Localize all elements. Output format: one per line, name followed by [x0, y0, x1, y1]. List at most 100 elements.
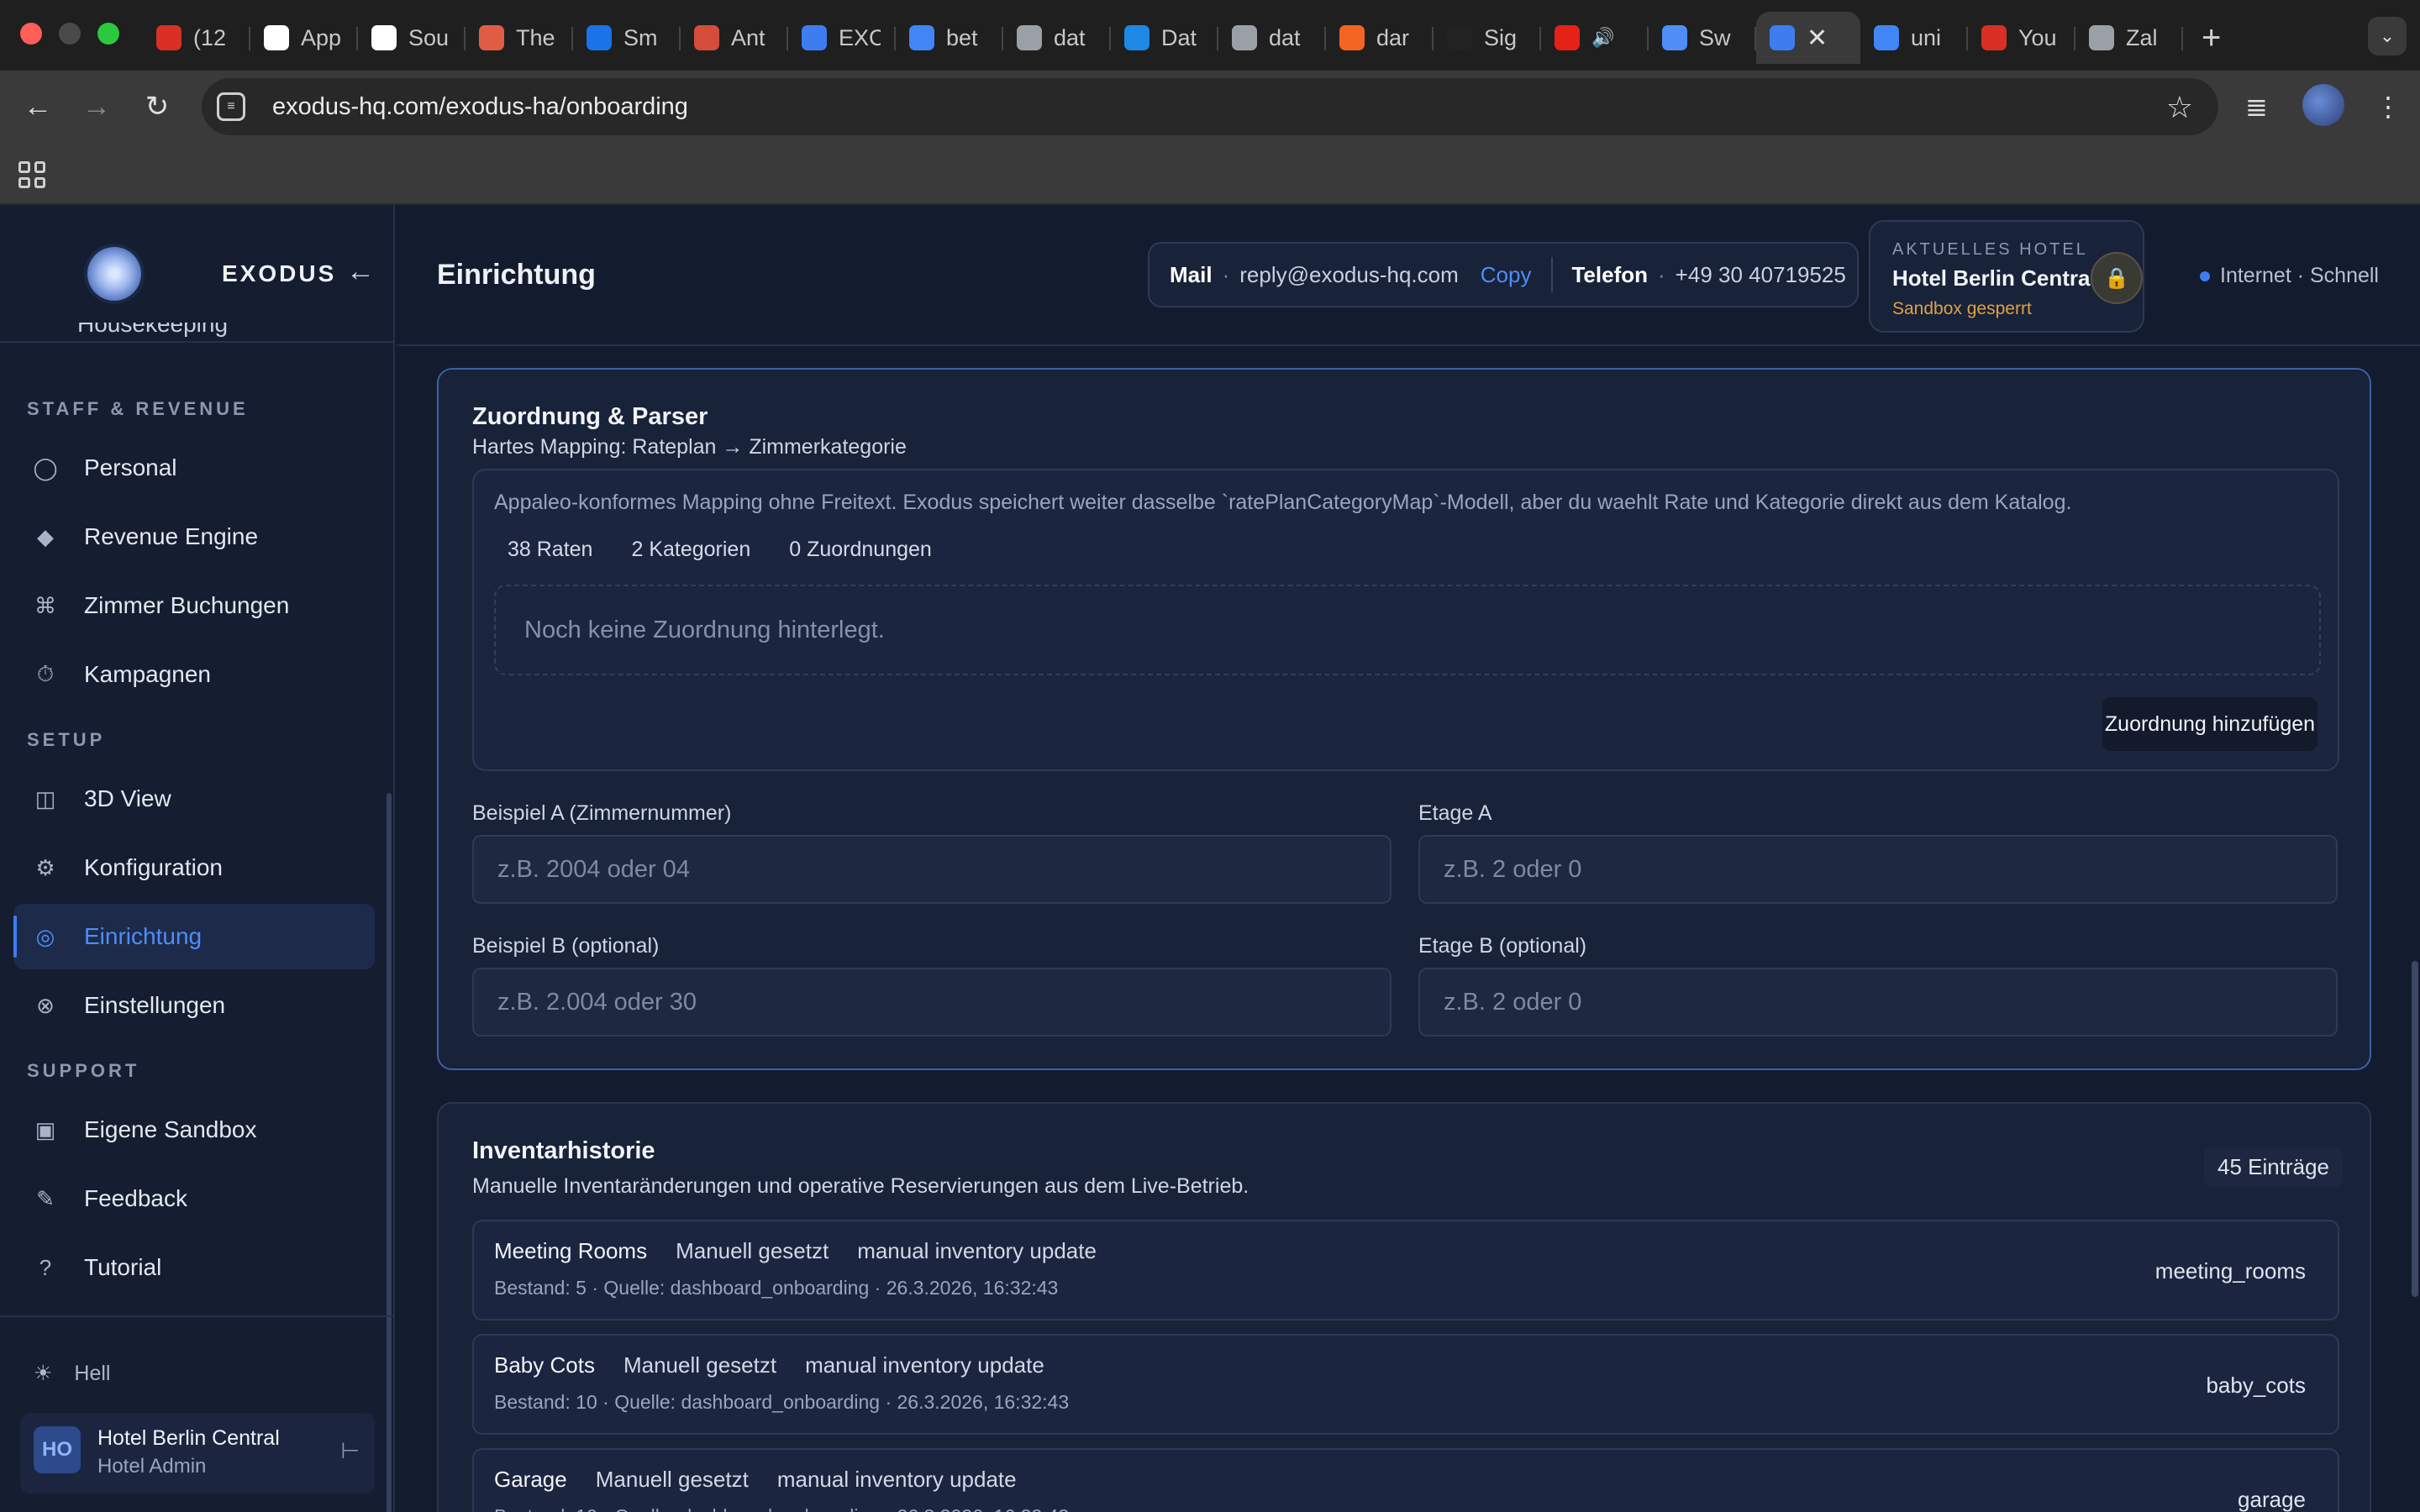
address-bar[interactable]: ≡ exodus-hq.com/exodus-ha/onboarding ☆ — [202, 78, 2218, 135]
browser-tab[interactable]: dat — [1218, 12, 1326, 64]
browser-tab[interactable]: Sm — [573, 12, 681, 64]
tab-title: dat — [1054, 24, 1086, 50]
browser-tab[interactable]: (12 — [143, 12, 250, 64]
browser-tab[interactable]: Sw — [1649, 12, 1756, 64]
item-meta: Bestand: 10 · Quelle: dashboard_onboardi… — [494, 1391, 1070, 1413]
site-settings-icon[interactable]: ≡ — [217, 92, 245, 121]
openai-icon — [264, 25, 289, 50]
sandbox-icon: ▣ — [34, 1116, 56, 1142]
hotel-name: Hotel Berlin Central — [1892, 265, 2096, 291]
appstore-icon — [1124, 25, 1150, 50]
mapping-stats: 38 Raten 2 Kategorien 0 Zuordnungen — [494, 531, 945, 569]
globe-icon — [1017, 25, 1042, 50]
copy-button[interactable]: Copy — [1481, 262, 1532, 288]
sidebar-item-revenue-engine[interactable]: ◆ Revenue Engine — [13, 504, 375, 570]
forward-icon[interactable]: → — [77, 87, 116, 126]
gmail-icon — [1981, 25, 2007, 50]
browser-tab[interactable]: The — [466, 12, 573, 64]
sidebar-item-3d-view[interactable]: ◫ 3D View — [13, 766, 375, 832]
browser-tab[interactable]: bet — [896, 12, 1003, 64]
item-tag: Manuell gesetzt — [676, 1238, 829, 1263]
example-b-input[interactable] — [472, 968, 1392, 1037]
browser-tab[interactable]: ✕ — [1756, 12, 1860, 64]
browser-tab[interactable]: App — [250, 12, 358, 64]
tab-strip: (12 App Sou The Sm Ant EXC bet dat Dat dat dar Sig 🔊 S… — [143, 8, 2221, 67]
media-queue-icon[interactable]: ≣ — [2245, 91, 2268, 123]
tab-search-icon[interactable]: ⌄ — [2368, 17, 2407, 55]
help-icon: ? — [39, 1254, 52, 1280]
audio-playing-icon[interactable]: 🔊 — [1591, 27, 1614, 49]
browser-tab[interactable]: Zal — [2075, 12, 2183, 64]
tab-title: bet — [946, 24, 978, 50]
reload-icon[interactable]: ↻ — [138, 87, 176, 126]
history-title: Inventarhistorie — [472, 1137, 655, 1164]
sidebar-item-feedback[interactable]: ✎ Feedback — [13, 1166, 375, 1231]
minimize-window-icon[interactable] — [59, 23, 81, 45]
rates-count-chip: 38 Raten — [508, 538, 593, 561]
sandbox-status: Sandbox gesperrt — [1892, 299, 2032, 318]
theme-toggle[interactable]: ☀ Hell — [34, 1361, 111, 1386]
history-row[interactable]: Baby Cots Manuell gesetzt manual inventory… — [472, 1334, 2339, 1435]
browser-tab[interactable]: uni — [1860, 12, 1968, 64]
url-text[interactable]: exodus-hq.com/exodus-ha/onboarding — [272, 93, 688, 121]
collapse-sidebar-icon[interactable]: ← — [346, 255, 375, 288]
browser-tab-bar: (12 App Sou The Sm Ant EXC bet dat Dat dat dar Sig 🔊 S… — [0, 0, 2420, 71]
user-card[interactable]: HO Hotel Berlin Central Hotel Admin ⊢ — [20, 1413, 375, 1494]
profile-avatar[interactable] — [2302, 84, 2344, 126]
new-tab-icon[interactable]: + — [2202, 19, 2221, 57]
sidebar-item-personal[interactable]: ◯ Personal — [13, 435, 375, 501]
gemini-icon — [1662, 25, 1687, 50]
sidebar-item-kampagnen[interactable]: ⏱ Kampagnen — [13, 642, 375, 707]
history-row[interactable]: Meeting Rooms Manuell gesetzt manual inven… — [472, 1220, 2339, 1320]
browser-tab[interactable]: Sou — [358, 12, 466, 64]
bookmark-star-icon[interactable]: ☆ — [2166, 90, 2193, 125]
menu-kebab-icon[interactable]: ⋮ — [2375, 91, 2402, 123]
settings-icon: ⊗ — [36, 992, 55, 1018]
back-icon[interactable]: ← — [18, 87, 57, 126]
sidebar-item-eigene-sandbox[interactable]: ▣ Eigene Sandbox — [13, 1097, 375, 1163]
browser-tab[interactable]: You — [1968, 12, 2075, 64]
browser-tab[interactable]: EXC — [788, 12, 896, 64]
sidebar-item-einrichtung[interactable]: ◎ Einrichtung — [13, 904, 375, 969]
item-name: Baby Cots — [494, 1352, 595, 1378]
anthropic-icon — [694, 25, 719, 50]
main-scrollbar[interactable] — [2412, 961, 2418, 1297]
browser-tab[interactable]: Ant — [681, 12, 788, 64]
floor-a-input[interactable] — [1418, 835, 2338, 904]
maximize-window-icon[interactable] — [97, 23, 119, 45]
page-header: Einrichtung Mail · reply@exodus-hq.com C… — [397, 205, 2420, 346]
history-row-header: Baby Cots Manuell gesetzt manual inventory… — [494, 1352, 1044, 1378]
example-a-input[interactable] — [472, 835, 1392, 904]
browser-tab[interactable]: dar — [1326, 12, 1434, 64]
browser-tab[interactable]: Sig — [1434, 12, 1541, 64]
tab-title: Sig — [1484, 24, 1518, 50]
history-row[interactable]: Garage Manuell gesetzt manual inventory up… — [472, 1448, 2339, 1512]
network-status: Internet · Schnell — [2200, 264, 2379, 288]
current-hotel-card[interactable]: AKTUELLES HOTEL Hotel Berlin Central San… — [1869, 220, 2144, 333]
command-icon: ⌘ — [34, 592, 56, 618]
google-icon — [909, 25, 934, 50]
add-mapping-button[interactable]: Zuordnung hinzufügen — [2102, 697, 2317, 751]
sidebar-item-zimmer-buchungen[interactable]: ⌘ Zimmer Buchungen — [13, 573, 375, 638]
target-icon: ◎ — [35, 923, 55, 949]
exodus-icon — [1770, 25, 1795, 50]
logout-icon[interactable]: ⊢ — [340, 1438, 360, 1464]
apps-grid-icon[interactable] — [18, 161, 45, 188]
history-row-header: Meeting Rooms Manuell gesetzt manual inven… — [494, 1238, 1097, 1264]
sidebar-item-tutorial[interactable]: ? Tutorial — [13, 1235, 375, 1300]
close-tab-icon[interactable]: ✕ — [1807, 24, 1828, 53]
browser-tab[interactable]: dat — [1003, 12, 1111, 64]
floor-b-input[interactable] — [1418, 968, 2338, 1037]
sidebar-item-konfiguration[interactable]: ⚙ Konfiguration — [13, 835, 375, 900]
browser-tab[interactable]: Dat — [1111, 12, 1218, 64]
item-key: garage — [2238, 1487, 2306, 1512]
lock-icon[interactable]: 🔒 — [2091, 252, 2143, 304]
tab-title: Zal — [2126, 24, 2158, 50]
mapping-parser-card: Zuordnung & Parser Hartes Mapping: Ratep… — [437, 368, 2371, 1070]
item-tag: Manuell gesetzt — [595, 1467, 749, 1492]
browser-tab[interactable]: 🔊 — [1541, 12, 1649, 64]
sidebar-item-einstellungen[interactable]: ⊗ Einstellungen — [13, 973, 375, 1038]
globe-icon — [1232, 25, 1257, 50]
sidebar-item-housekeeping[interactable]: Housekeeping — [25, 323, 277, 343]
close-window-icon[interactable] — [20, 23, 42, 45]
